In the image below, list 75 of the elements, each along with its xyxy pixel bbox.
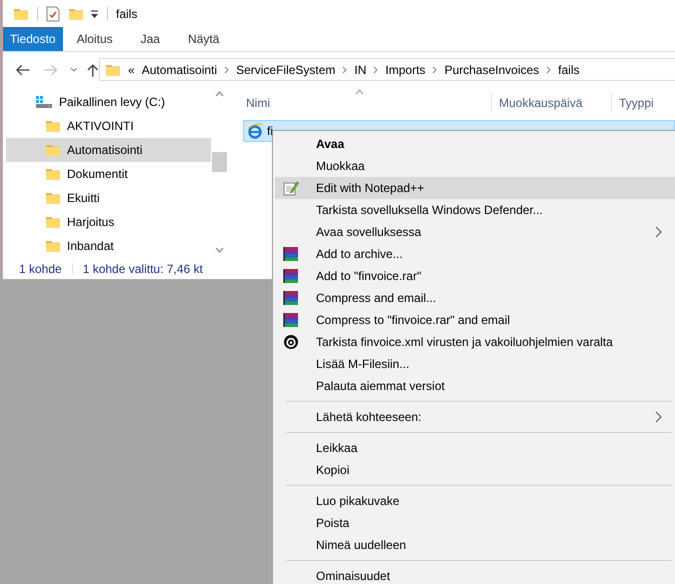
- menu-item[interactable]: Tarkista finvoice.xml virusten ja vakoiluohjelmien varalta: [275, 331, 675, 353]
- item-count: 1 kohde: [19, 262, 62, 276]
- recent-dropdown-icon[interactable]: [70, 66, 78, 73]
- folder-icon: [45, 143, 61, 158]
- window-title: fails: [116, 6, 138, 21]
- column-header[interactable]: Tyyppi: [611, 93, 675, 114]
- folder-item[interactable]: AKTIVOINTI: [6, 114, 211, 138]
- folder-item[interactable]: Inbandat: [6, 234, 211, 258]
- folder-icon: [13, 6, 29, 21]
- back-arrow-icon[interactable]: [15, 62, 30, 77]
- drive-icon: [35, 95, 53, 110]
- menu-item[interactable]: Add to archive...: [275, 243, 675, 265]
- sort-caret-icon: [355, 89, 364, 96]
- notepad-icon: [283, 180, 299, 196]
- browser-document-icon: [247, 123, 263, 140]
- breadcrumb[interactable]: ServiceFileSystem: [236, 62, 336, 77]
- breadcrumb[interactable]: PurchaseInvoices: [444, 62, 540, 77]
- menu-item[interactable]: Lähetä kohteeseen:: [275, 406, 675, 428]
- breadcrumb[interactable]: IN: [354, 62, 366, 77]
- folder-icon: [45, 191, 61, 206]
- customize-dropdown-icon[interactable]: [90, 8, 99, 19]
- breadcrumb[interactable]: Imports: [385, 62, 426, 77]
- folder-item[interactable]: Automatisointi: [6, 138, 211, 162]
- menu-item[interactable]: Palauta aiemmat versiot: [275, 375, 675, 397]
- ribbon-tab[interactable]: Jaa: [126, 27, 174, 51]
- chevron-icon: [342, 66, 348, 74]
- breadcrumb[interactable]: fails: [558, 62, 580, 77]
- menu-item[interactable]: Edit with Notepad++: [275, 177, 675, 199]
- ribbon-tab[interactable]: Aloitus: [62, 27, 127, 51]
- folder-icon: [45, 239, 61, 254]
- menu-item[interactable]: Compress and email...: [275, 287, 675, 309]
- menu-item[interactable]: Avaa sovelluksessa: [275, 221, 675, 243]
- menu-item[interactable]: Leikkaa: [275, 437, 675, 459]
- address-bar[interactable]: « Automatisointi ServiceFileSystem IN Imports PurchaseInvoices fails: [99, 58, 675, 82]
- folder-item[interactable]: Ekuitti: [6, 186, 211, 210]
- up-arrow-icon[interactable]: [87, 62, 99, 77]
- folder-item[interactable]: Harjoitus: [6, 210, 211, 234]
- menu-item[interactable]: Compress to "finvoice.rar" and email: [275, 309, 675, 331]
- books-stack-icon: [283, 312, 299, 328]
- column-header[interactable]: Nimi: [243, 93, 491, 114]
- chevron-icon: [432, 66, 438, 74]
- scroll-down-icon[interactable]: [215, 247, 224, 254]
- menu-item[interactable]: Lisää M-Filesiin...: [275, 353, 675, 375]
- menu-item[interactable]: Muokkaa: [275, 155, 675, 177]
- folder-icon: [45, 167, 61, 182]
- overflow-crumbs[interactable]: «: [128, 62, 135, 77]
- books-stack-icon: [283, 268, 299, 284]
- books-stack-icon: [283, 290, 299, 306]
- column-header[interactable]: Muokkauspäivä: [491, 93, 611, 114]
- breadcrumb[interactable]: Automatisointi: [142, 62, 218, 77]
- folder-icon: [45, 119, 61, 134]
- selection-info: 1 kohde valittu: 7,46 kt: [82, 262, 203, 276]
- menu-item[interactable]: Poista: [275, 512, 675, 534]
- scroll-up-icon[interactable]: [215, 91, 224, 98]
- properties-icon[interactable]: [46, 6, 60, 22]
- menu-item[interactable]: Kopioi: [275, 459, 675, 481]
- chevron-icon: [373, 66, 378, 74]
- scrollbar-thumb[interactable]: [212, 152, 227, 172]
- chevron-icon: [224, 66, 230, 74]
- shield-scan-icon: [283, 334, 299, 350]
- ribbon-tab[interactable]: Näytä: [174, 27, 234, 51]
- books-stack-icon: [283, 246, 299, 262]
- chevron-icon: [546, 66, 552, 74]
- menu-item[interactable]: Tarkista sovelluksella Windows Defender...: [275, 199, 675, 221]
- folder-icon: [105, 62, 121, 77]
- menu-item[interactable]: Ominaisuudet: [275, 565, 675, 584]
- folder-item[interactable]: Dokumentit: [6, 162, 211, 186]
- file-menu-tab[interactable]: Tiedosto: [3, 27, 63, 51]
- menu-item[interactable]: Add to "finvoice.rar": [275, 265, 675, 287]
- menu-item[interactable]: Luo pikakuvake: [275, 490, 675, 512]
- menu-item[interactable]: Nimeä uudelleen: [275, 534, 675, 556]
- folder-icon: [68, 6, 84, 21]
- drive-item[interactable]: Paikallinen levy (C:): [6, 90, 211, 114]
- folder-icon: [45, 215, 61, 230]
- menu-item[interactable]: Avaa: [275, 133, 675, 155]
